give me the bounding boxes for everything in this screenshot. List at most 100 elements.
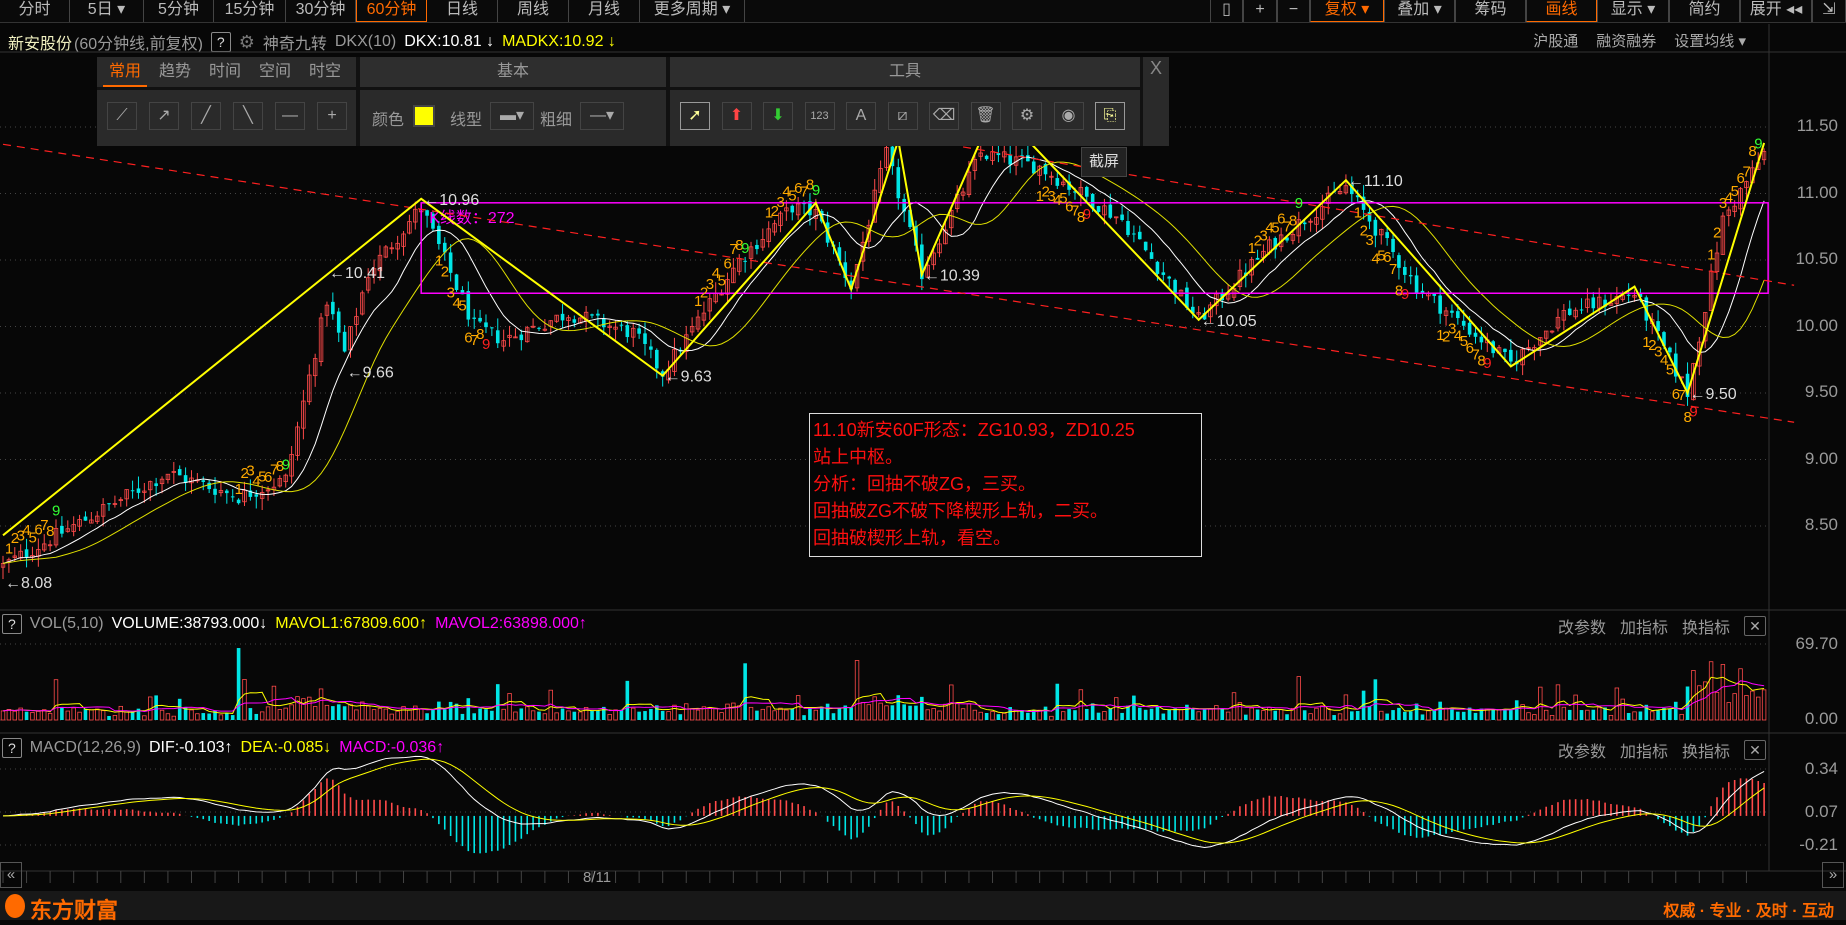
volume-bar — [1573, 694, 1578, 721]
text-A-icon[interactable]: A — [846, 102, 876, 130]
edit-params-button[interactable]: 改参数 — [1558, 614, 1606, 638]
ruler-icon[interactable]: ⧄ — [887, 102, 918, 130]
macd-help-button[interactable]: ? — [2, 738, 22, 758]
volume-bar — [1509, 709, 1513, 720]
volume-bar — [65, 710, 70, 721]
volume-bar — [1656, 710, 1660, 720]
switch-indicator-button[interactable]: 换指标 — [1682, 738, 1730, 762]
edit-params-button[interactable]: 改参数 — [1558, 738, 1606, 762]
candle-body — [1450, 311, 1454, 313]
close-icon[interactable]: ✕ — [1744, 616, 1766, 636]
screenshot-icon[interactable]: ⎘ — [1095, 102, 1125, 130]
volume-bar — [460, 713, 465, 720]
basic-title: 基本 — [360, 57, 666, 87]
cross-icon[interactable]: + — [317, 102, 347, 130]
horizontal-line-icon[interactable]: — — [275, 102, 305, 130]
volume-bar — [1155, 706, 1160, 720]
volume-bar — [1503, 708, 1507, 720]
drawing-tool-panel: 常用 趋势 时间 空间 时空 基本 工具 ⟋ ↗ ╱ ╲ — + 颜色 线型 ▬▾ 粗细 —▾ ➚… — [97, 57, 1169, 146]
volume-bar — [1161, 713, 1166, 720]
candle-body — [1132, 233, 1136, 234]
volume-bar — [1367, 706, 1372, 720]
tab-common[interactable]: 常用 — [103, 59, 147, 87]
delete-icon[interactable]: 🗑 — [970, 102, 1001, 130]
volume-bar — [171, 715, 177, 721]
close-panel-button[interactable]: X — [1143, 57, 1169, 146]
extended-line-icon[interactable]: ╱ — [191, 102, 221, 130]
hide-icon[interactable]: ◉ — [1053, 102, 1084, 130]
volume-bar — [1426, 710, 1431, 721]
switch-indicator-button[interactable]: 换指标 — [1682, 614, 1730, 638]
volume-bar — [1355, 711, 1360, 720]
thickness-dropdown[interactable]: —▾ — [580, 102, 624, 130]
cursor-icon[interactable]: ➚ — [680, 102, 710, 130]
volume-bar — [1432, 709, 1437, 720]
volume-bar — [383, 708, 389, 721]
volume-bar — [1049, 715, 1054, 721]
tab-spacetime[interactable]: 时空 — [303, 57, 347, 87]
volume-bar — [1120, 712, 1124, 720]
volume-bar — [225, 712, 229, 720]
candle-body — [655, 350, 659, 368]
volume-bar — [684, 703, 689, 721]
eraser-icon[interactable]: ⌫ — [929, 102, 959, 130]
volume-bar — [1379, 710, 1384, 721]
scroll-right-button[interactable]: » — [1822, 862, 1844, 888]
tab-trend[interactable]: 趋势 — [153, 57, 197, 87]
scroll-left-button[interactable]: « — [0, 862, 22, 888]
up-arrow-icon[interactable]: ⬆ — [721, 102, 752, 130]
brand-name: 东方财富 — [30, 898, 119, 923]
volume-bar — [1326, 708, 1331, 721]
add-indicator-button[interactable]: 加指标 — [1620, 614, 1668, 638]
close-icon[interactable]: ✕ — [1744, 740, 1766, 760]
line-tools: ⟋ ↗ ╱ ╲ — + — [97, 90, 356, 146]
candle-body — [1503, 349, 1507, 352]
tab-time[interactable]: 时间 — [203, 57, 247, 87]
volume-bar — [1255, 709, 1260, 720]
volume-bar — [1102, 711, 1107, 721]
volume-bar — [572, 711, 577, 720]
macd-name[interactable]: MACD(12,26,9) — [30, 739, 141, 757]
down-arrow-icon[interactable]: ⬇ — [763, 102, 793, 130]
settings-icon[interactable]: ⚙ — [1012, 102, 1042, 130]
volume-bar — [666, 711, 671, 721]
nine-turn-count: 7 — [1678, 387, 1686, 404]
volume-bar — [484, 709, 488, 720]
tab-space[interactable]: 空间 — [253, 57, 297, 87]
volume-bar — [1450, 709, 1454, 720]
volume-name[interactable]: VOL(5,10) — [30, 615, 104, 633]
volume-bar — [1491, 709, 1495, 720]
volume-help-button[interactable]: ? — [2, 614, 22, 634]
nine-turn-count: 7 — [1389, 261, 1397, 278]
price-mark-label: ←9.63 — [665, 369, 712, 386]
volume-bar — [1273, 710, 1278, 720]
volume-bar — [1061, 711, 1066, 721]
volume-bar — [1261, 710, 1266, 721]
candle-body — [1462, 321, 1466, 326]
volume-bar — [283, 707, 288, 721]
line-segment-icon[interactable]: ⟋ — [107, 102, 137, 130]
volume-bar — [1626, 713, 1631, 720]
volume-bar — [1278, 709, 1284, 721]
volume-bar — [884, 705, 889, 721]
volume-bar — [937, 710, 942, 721]
volume-bar — [1726, 702, 1731, 721]
ray-icon[interactable]: ↗ — [149, 102, 179, 130]
volume-bar — [925, 709, 930, 721]
volume-bar — [914, 705, 918, 720]
color-swatch[interactable] — [413, 105, 435, 127]
linetype-dropdown[interactable]: ▬▾ — [490, 102, 534, 130]
volume-bar — [1714, 691, 1720, 721]
price-label-123-icon[interactable]: 123 — [804, 102, 835, 130]
volume-bar — [607, 713, 612, 721]
down-line-icon[interactable]: ╲ — [233, 102, 263, 130]
volume-bar — [1073, 710, 1077, 720]
candle-body — [137, 488, 141, 492]
volume-bar — [1243, 714, 1248, 720]
add-indicator-button[interactable]: 加指标 — [1620, 738, 1668, 762]
volume-bar — [1196, 711, 1201, 721]
macd-axis-label: 0.34 — [1804, 759, 1838, 778]
volume-bar — [707, 707, 712, 721]
volume-bar — [324, 704, 330, 721]
volume-bar — [760, 708, 766, 721]
